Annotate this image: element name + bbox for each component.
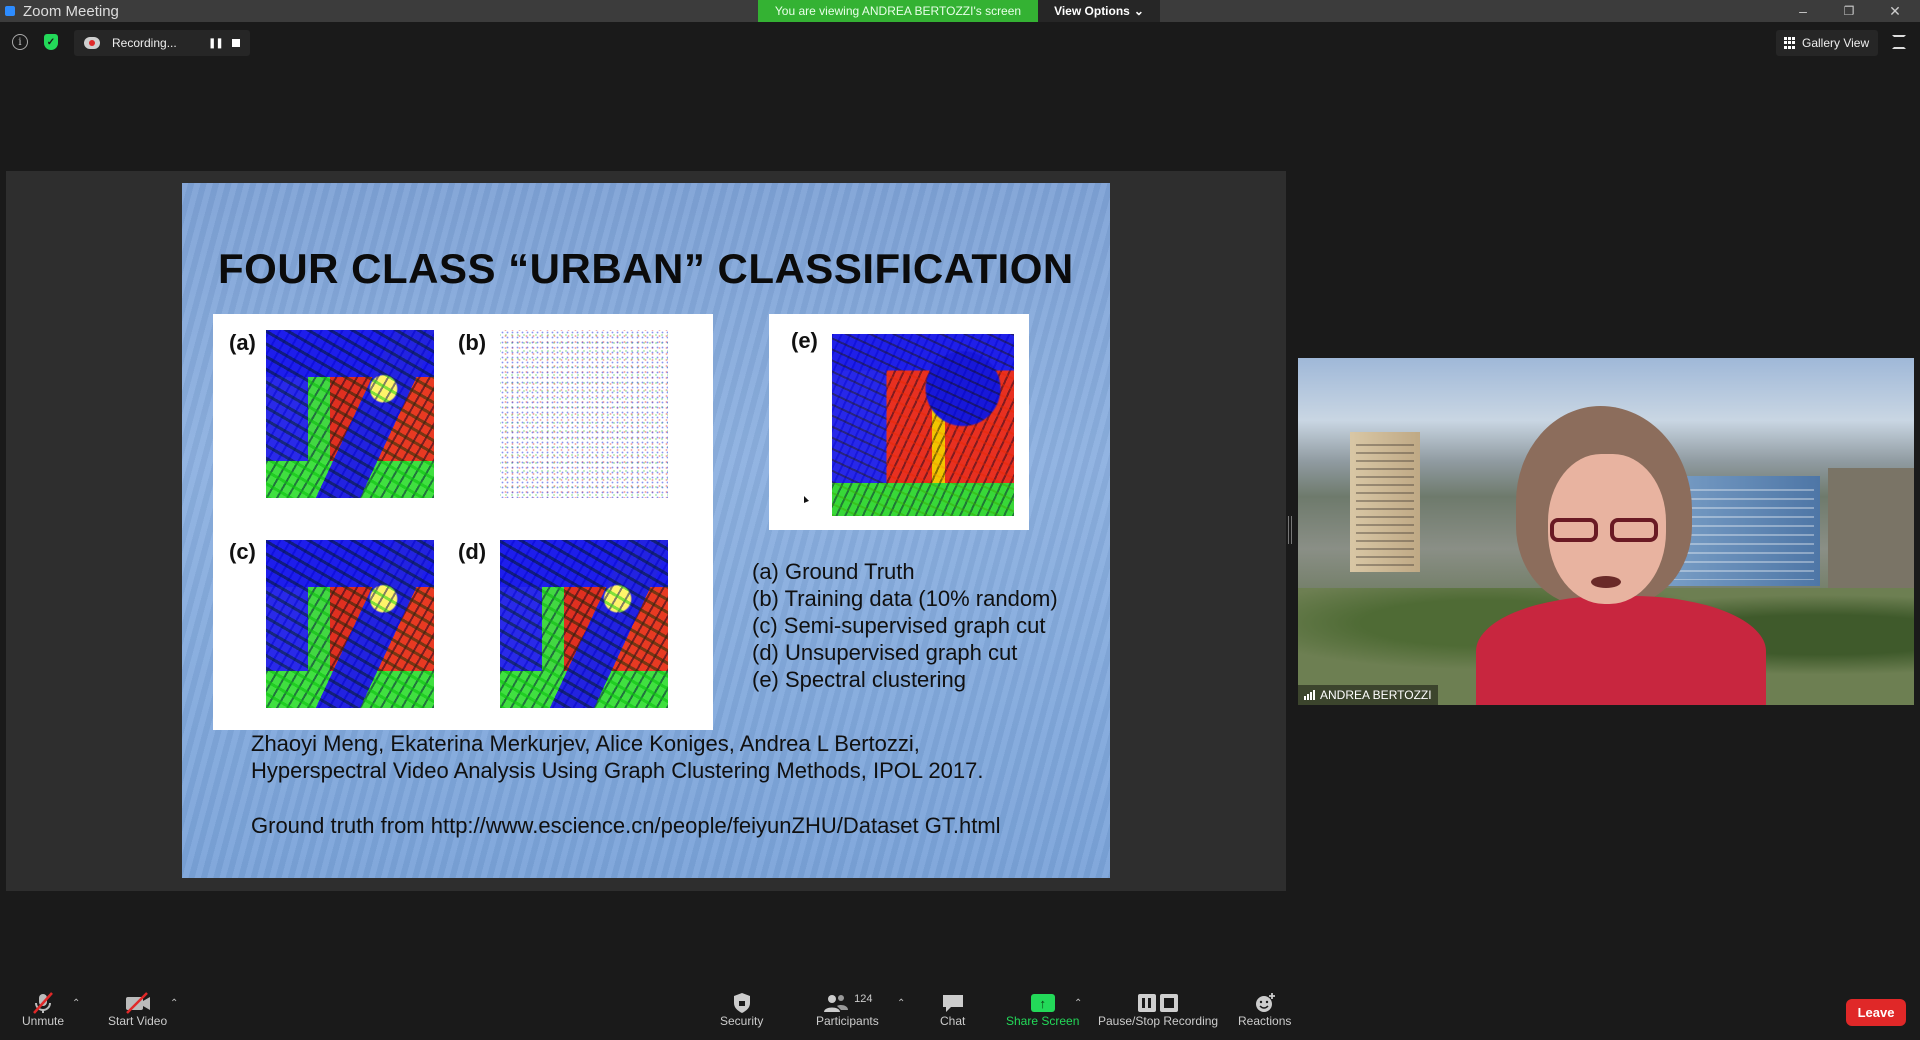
start-video-button[interactable]: Start Video (108, 992, 167, 1028)
gallery-view-button[interactable]: Gallery View (1776, 30, 1878, 56)
view-options-button[interactable]: View Options ⌄ (1038, 0, 1160, 22)
security-label: Security (720, 1014, 764, 1028)
participant-name-tag: ANDREA BERTOZZI (1298, 685, 1438, 705)
participant-video-tile[interactable]: ANDREA BERTOZZI (1298, 358, 1914, 705)
smiley-plus-icon (1253, 992, 1277, 1014)
reactions-button[interactable]: Reactions (1238, 992, 1291, 1028)
zoom-logo-icon (5, 6, 15, 16)
participants-label: Participants (816, 1014, 879, 1028)
participants-count: 124 (854, 993, 873, 1005)
panel-label-e: (e) (791, 328, 818, 353)
close-button[interactable]: ✕ (1873, 0, 1917, 22)
video-off-icon (124, 992, 152, 1014)
ground-truth-source: Ground truth from http://www.escience.cn… (251, 813, 1001, 838)
pause-stop-recording-label: Pause/Stop Recording (1098, 1014, 1219, 1028)
muted-microphone-icon (31, 992, 55, 1014)
encryption-shield-icon[interactable]: ✓ (44, 34, 58, 50)
pause-icon (1138, 994, 1157, 1012)
view-options-label: View Options (1054, 4, 1130, 18)
grid-icon (1784, 37, 1796, 49)
share-options-caret[interactable]: ⌃ (1074, 998, 1082, 1009)
recording-indicator: Recording... ❚❚ (74, 30, 250, 56)
chevron-down-icon: ⌄ (1133, 4, 1144, 18)
meeting-info-icon[interactable]: i (12, 34, 28, 50)
training-data-image (500, 330, 668, 498)
citation-line: Zhaoyi Meng, Ekaterina Merkurjev, Alice … (251, 731, 920, 756)
spectral-clustering-image (832, 334, 1014, 516)
unmute-button[interactable]: Unmute (22, 992, 64, 1028)
presentation-slide: FOUR CLASS “URBAN” CLASSIFICATION (a) (b… (182, 183, 1110, 878)
spectral-panel: (e) (769, 314, 1029, 530)
panel-splitter-handle[interactable] (1288, 516, 1292, 544)
restore-button[interactable]: ❐ (1827, 0, 1871, 22)
share-screen-label: Share Screen (1006, 1014, 1080, 1028)
minimize-button[interactable]: – (1781, 0, 1825, 22)
panel-label-b: (b) (458, 330, 487, 355)
reactions-label: Reactions (1238, 1014, 1292, 1028)
participants-icon: 124 (822, 992, 873, 1014)
fullscreen-icon[interactable] (1892, 35, 1906, 49)
chat-label: Chat (940, 1014, 966, 1028)
legend-item: (a) Ground Truth (752, 559, 915, 584)
legend-item: (e) Spectral clustering (752, 667, 966, 692)
unsupervised-image (500, 540, 668, 708)
legend-item: (b) Training data (10% random) (752, 586, 1058, 611)
ground-truth-image (266, 330, 434, 498)
slide-title: FOUR CLASS “URBAN” CLASSIFICATION (218, 245, 1074, 292)
share-screen-icon: ↑ (1030, 994, 1055, 1012)
participants-button[interactable]: 124 Participants (816, 992, 879, 1028)
chat-button[interactable]: Chat (940, 992, 965, 1028)
participant-name: ANDREA BERTOZZI (1320, 688, 1432, 702)
audio-options-caret[interactable]: ⌃ (72, 998, 80, 1009)
gallery-view-label: Gallery View (1802, 36, 1870, 50)
signal-strength-icon (1304, 690, 1315, 700)
security-button[interactable]: Security (720, 992, 763, 1028)
legend-item: (d) Unsupervised graph cut (752, 640, 1018, 665)
semi-supervised-image (266, 540, 434, 708)
start-video-label: Start Video (108, 1014, 168, 1028)
leave-button[interactable]: Leave (1846, 999, 1906, 1026)
citation-line: Hyperspectral Video Analysis Using Graph… (251, 758, 984, 783)
video-options-caret[interactable]: ⌃ (170, 998, 178, 1009)
pause-stop-recording-button[interactable]: Pause/Stop Recording (1098, 992, 1218, 1028)
panel-label-a: (a) (229, 330, 256, 355)
results-panel: (a) (b) (c) (d) (213, 314, 713, 730)
participants-options-caret[interactable]: ⌃ (897, 998, 905, 1009)
unmute-label: Unmute (22, 1014, 65, 1028)
recording-label: Recording... (112, 36, 177, 50)
window-title: Zoom Meeting (23, 2, 119, 20)
stop-recording-icon[interactable] (232, 39, 240, 47)
security-shield-icon (732, 992, 752, 1014)
stop-icon (1160, 994, 1179, 1012)
viewing-screen-banner: You are viewing ANDREA BERTOZZI's screen (758, 0, 1038, 22)
share-screen-button[interactable]: ↑ Share Screen (1006, 992, 1079, 1028)
panel-label-d: (d) (458, 539, 487, 564)
legend-item: (c) Semi-supervised graph cut (752, 613, 1046, 638)
cloud-recording-icon (84, 37, 100, 49)
pause-recording-icon[interactable]: ❚❚ (208, 38, 224, 49)
panel-label-c: (c) (229, 539, 256, 564)
chat-bubble-icon (941, 992, 965, 1014)
participant-video-feed (1476, 406, 1766, 705)
